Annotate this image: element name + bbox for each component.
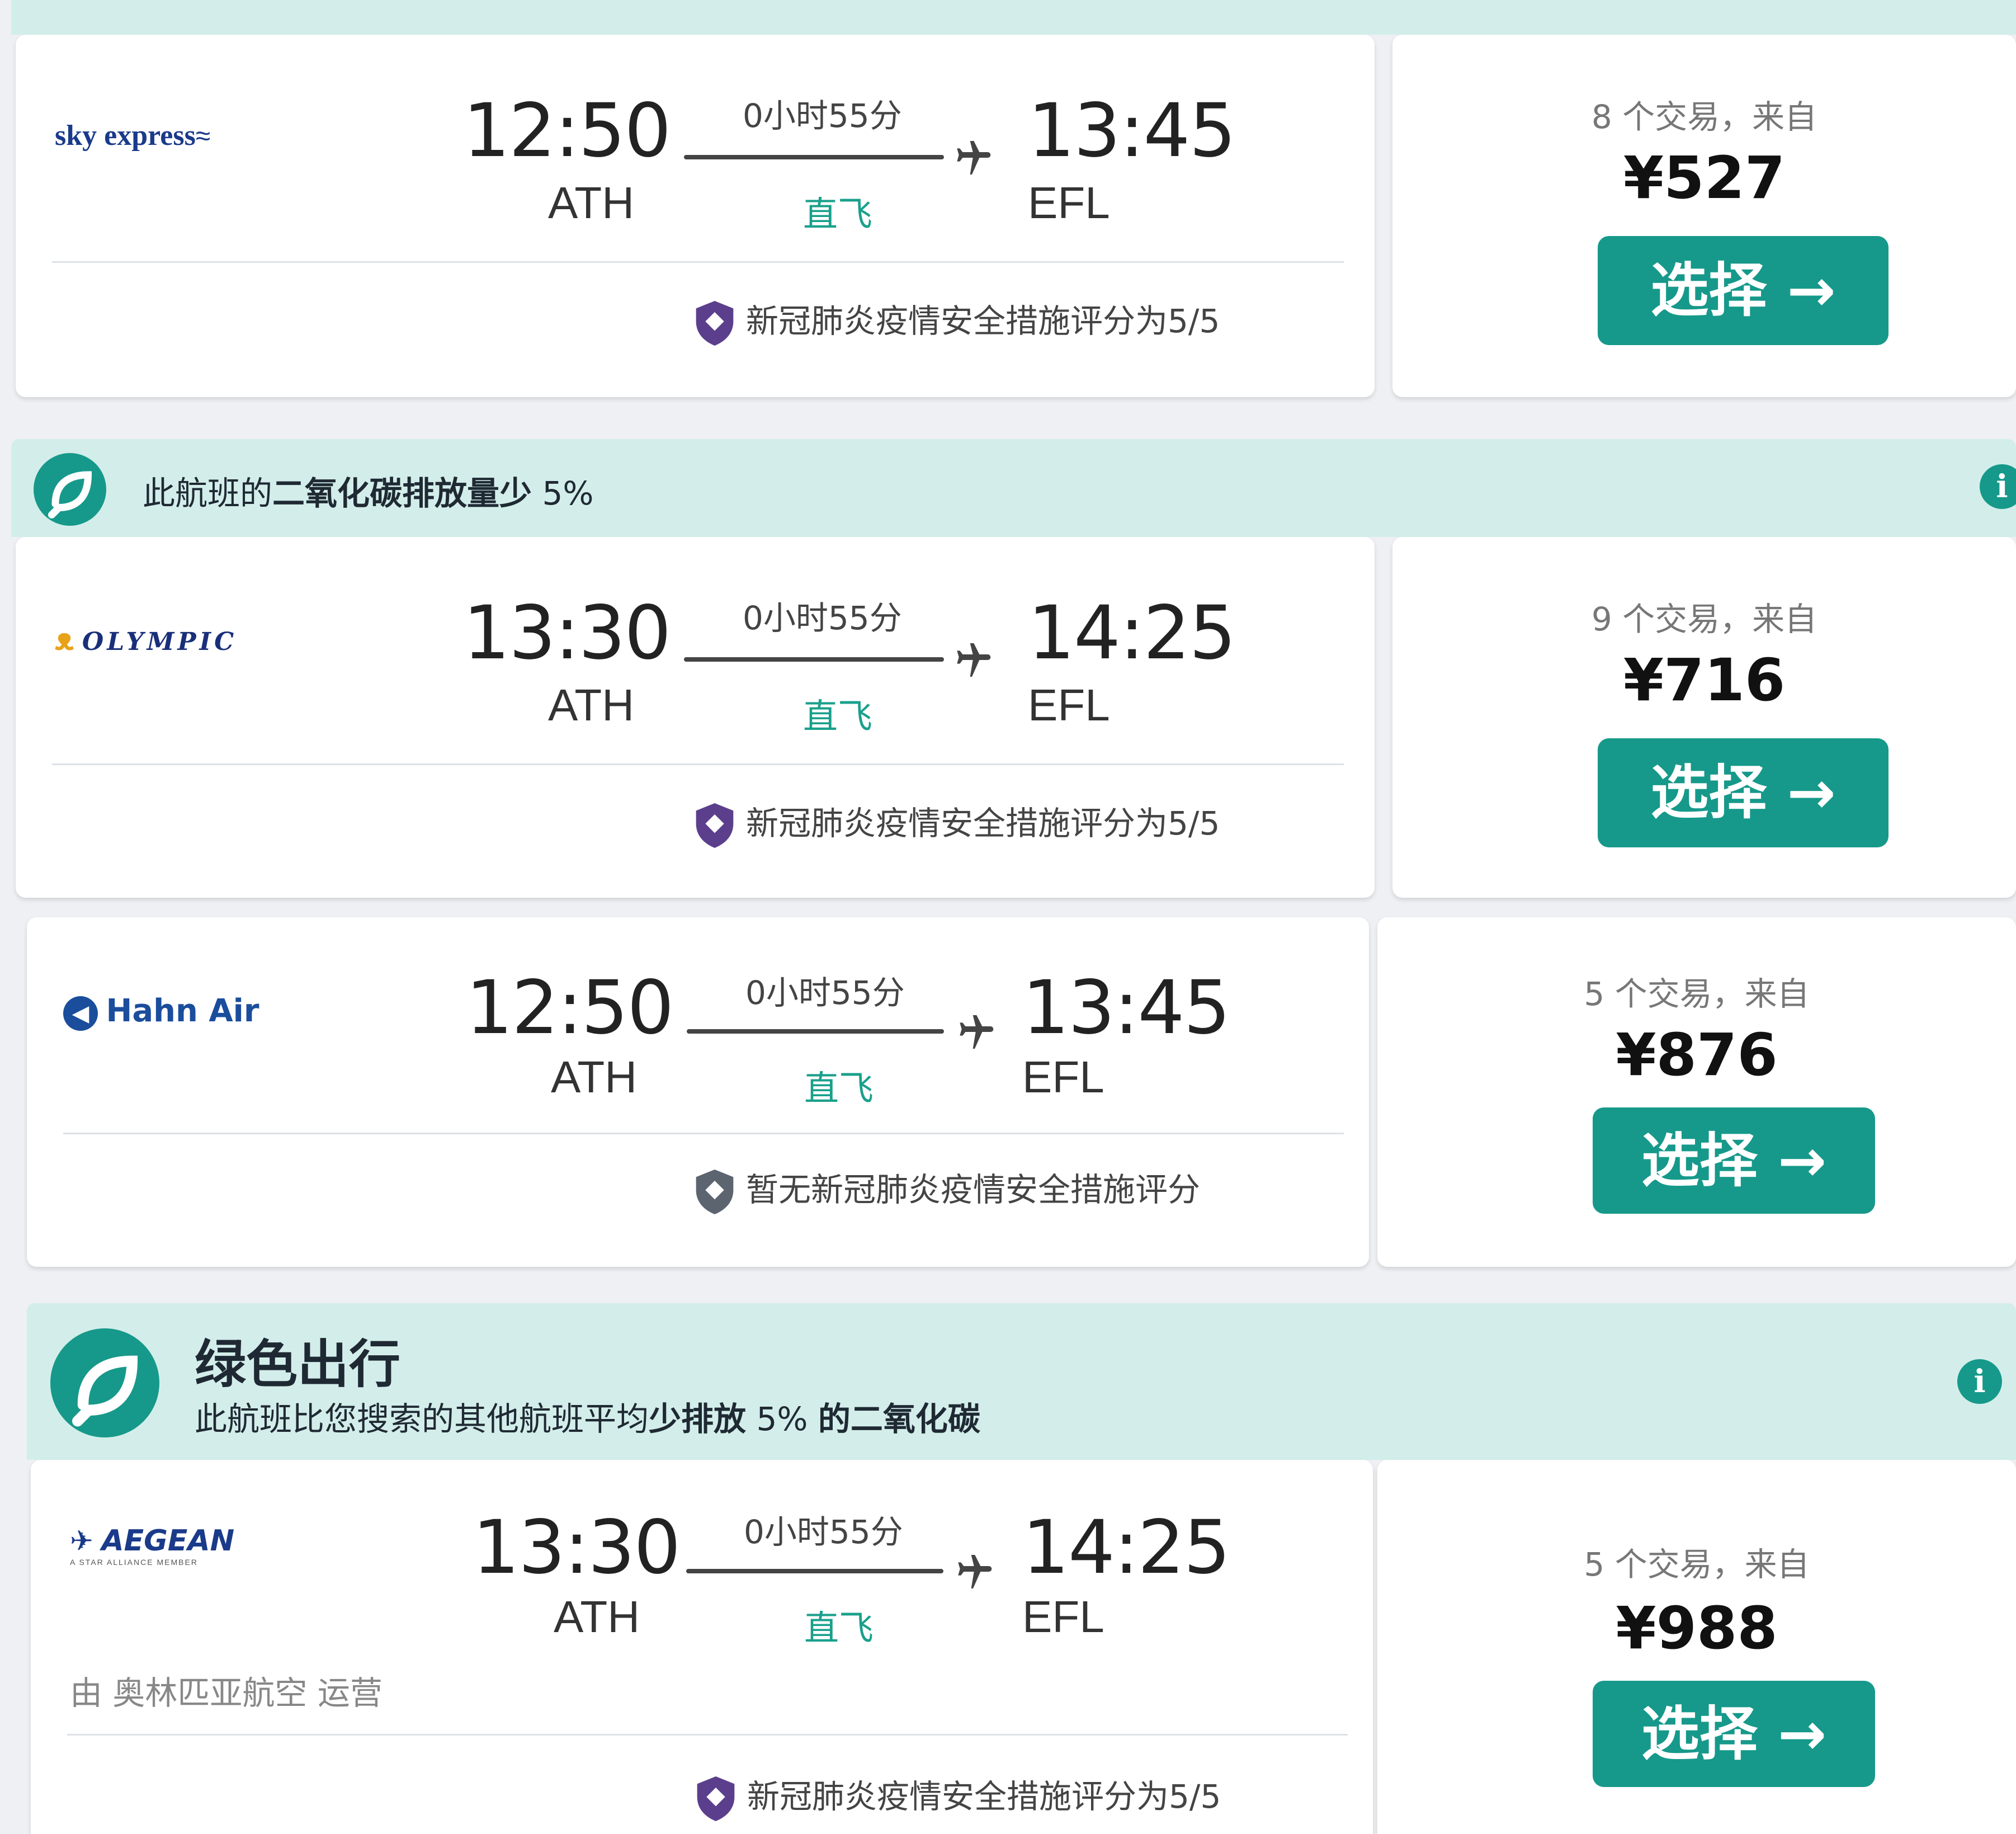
top-banner-strip [11,0,2016,35]
price: ¥716 [1623,646,1786,714]
price-panel: 5 个交易，来自 ¥876 选择 → [1377,917,2016,1267]
shield-icon [696,1169,734,1214]
covid-safety-rating: 暂无新冠肺炎疫情安全措施评分 [692,1163,1200,1217]
flight-details-panel[interactable]: ◀ Hahn Air 12:50 ATH 0小时55分 直飞 13:45 EFL… [27,917,1369,1267]
nonstop-label: 直飞 [803,696,873,737]
arrival-time: 13:45 [1022,965,1230,1051]
green-travel-title: 绿色出行 [195,1335,401,1394]
price-panel: 5 个交易，来自 ¥988 选择 → [1377,1460,2016,1834]
deals-count: 9 个交易，来自 [1591,600,1817,638]
price: ¥988 [1616,1594,1778,1662]
info-icon[interactable]: i [1980,464,2016,509]
leaf-icon [50,1328,159,1437]
olympic-rings-icon: ᴥ [55,621,74,657]
deals-count: 8 个交易，来自 [1591,98,1817,136]
card-divider [52,763,1344,765]
departure-time: 12:50 [466,965,674,1051]
shield-icon [696,803,734,848]
select-button[interactable]: 选择 → [1593,1681,1875,1787]
airline-logo: ◀ Hahn Air [63,993,259,1031]
arrival-airport: EFL [1028,178,1110,228]
route-line [684,657,944,662]
departure-time: 12:50 [463,88,671,174]
plane-icon [957,141,991,175]
flight-card[interactable]: sky express≈ 12:50 ATH 0小时55分 直飞 13:45 E… [16,35,2016,397]
flight-duration: 0小时55分 [744,1513,903,1551]
flight-card[interactable]: ᴥ OLYMPIC 13:30 ATH 0小时55分 直飞 14:25 EFL … [16,537,2016,898]
departure-airport: ATH [551,1052,638,1102]
arrival-time: 14:25 [1022,1505,1230,1591]
card-divider [67,1734,1348,1736]
covid-safety-rating: 新冠肺炎疫情安全措施评分为5/5 [692,295,1220,348]
hahn-air-logo-icon: ◀ [63,996,98,1031]
flight-details-panel[interactable]: ✈ AEGEAN A STAR ALLIANCE MEMBER 13:30 AT… [31,1460,1373,1834]
shield-icon [696,300,734,346]
green-travel-banner: 绿色出行 此航班比您搜索的其他航班平均少排放 5% 的二氧化碳 i [27,1303,2016,1460]
arrival-airport: EFL [1028,680,1110,730]
flight-details-panel[interactable]: ᴥ OLYMPIC 13:30 ATH 0小时55分 直飞 14:25 EFL … [16,537,1375,898]
nonstop-label: 直飞 [803,194,873,234]
shield-icon [697,1776,735,1821]
arrival-time: 14:25 [1028,590,1236,676]
info-icon[interactable]: i [1957,1359,2002,1404]
card-divider [52,261,1344,263]
green-travel-text: 此航班比您搜索的其他航班平均少排放 5% 的二氧化碳 [195,1400,980,1438]
route-line [687,1029,944,1034]
departure-airport: ATH [554,1592,640,1642]
departure-time: 13:30 [473,1505,681,1591]
flight-duration: 0小时55分 [743,97,902,135]
airline-logo: sky express≈ [55,120,211,152]
plane-icon [957,643,991,677]
airline-logo: ᴥ OLYMPIC [55,621,238,657]
operated-by: 由 奥林匹亚航空 运营 [70,1674,383,1712]
nonstop-label: 直飞 [804,1607,874,1648]
flight-duration: 0小时55分 [745,974,905,1012]
price: ¥876 [1616,1021,1778,1089]
plane-icon [960,1015,994,1049]
card-divider [63,1133,1344,1134]
price-panel: 8 个交易，来自 ¥527 选择 → [1392,35,2016,397]
select-button[interactable]: 选择 → [1593,1107,1875,1214]
deals-count: 5 个交易，来自 [1584,1545,1810,1583]
flight-duration: 0小时55分 [743,599,902,637]
co2-banner-text: 此航班的二氧化碳排放量少 5% [143,474,594,512]
plane-icon [958,1555,992,1588]
select-button[interactable]: 选择 → [1598,738,1888,847]
arrival-airport: EFL [1022,1592,1104,1642]
flight-card[interactable]: ◀ Hahn Air 12:50 ATH 0小时55分 直飞 13:45 EFL… [27,917,2016,1267]
select-button[interactable]: 选择 → [1598,236,1888,345]
deals-count: 5 个交易，来自 [1584,975,1810,1013]
arrival-time: 13:45 [1028,88,1236,174]
departure-airport: ATH [548,178,635,228]
nonstop-label: 直飞 [804,1068,874,1109]
co2-banner: 此航班的二氧化碳排放量少 5% i [11,439,2016,537]
covid-safety-rating: 新冠肺炎疫情安全措施评分为5/5 [692,797,1220,851]
aegean-bird-icon: ✈ [70,1525,93,1557]
price-panel: 9 个交易，来自 ¥716 选择 → [1392,537,2016,898]
airline-logo: ✈ AEGEAN A STAR ALLIANCE MEMBER [70,1524,235,1567]
route-line [684,155,944,159]
flight-details-panel[interactable]: sky express≈ 12:50 ATH 0小时55分 直飞 13:45 E… [16,35,1375,397]
sky-express-wing-icon: ≈ [195,121,211,151]
route-line [686,1569,943,1573]
covid-safety-rating: 新冠肺炎疫情安全措施评分为5/5 [693,1770,1221,1824]
departure-airport: ATH [548,680,635,730]
arrival-airport: EFL [1022,1052,1104,1102]
price: ¥527 [1623,144,1786,212]
flight-card[interactable]: ✈ AEGEAN A STAR ALLIANCE MEMBER 13:30 AT… [31,1460,2016,1834]
departure-time: 13:30 [463,590,671,676]
leaf-icon [34,453,106,526]
